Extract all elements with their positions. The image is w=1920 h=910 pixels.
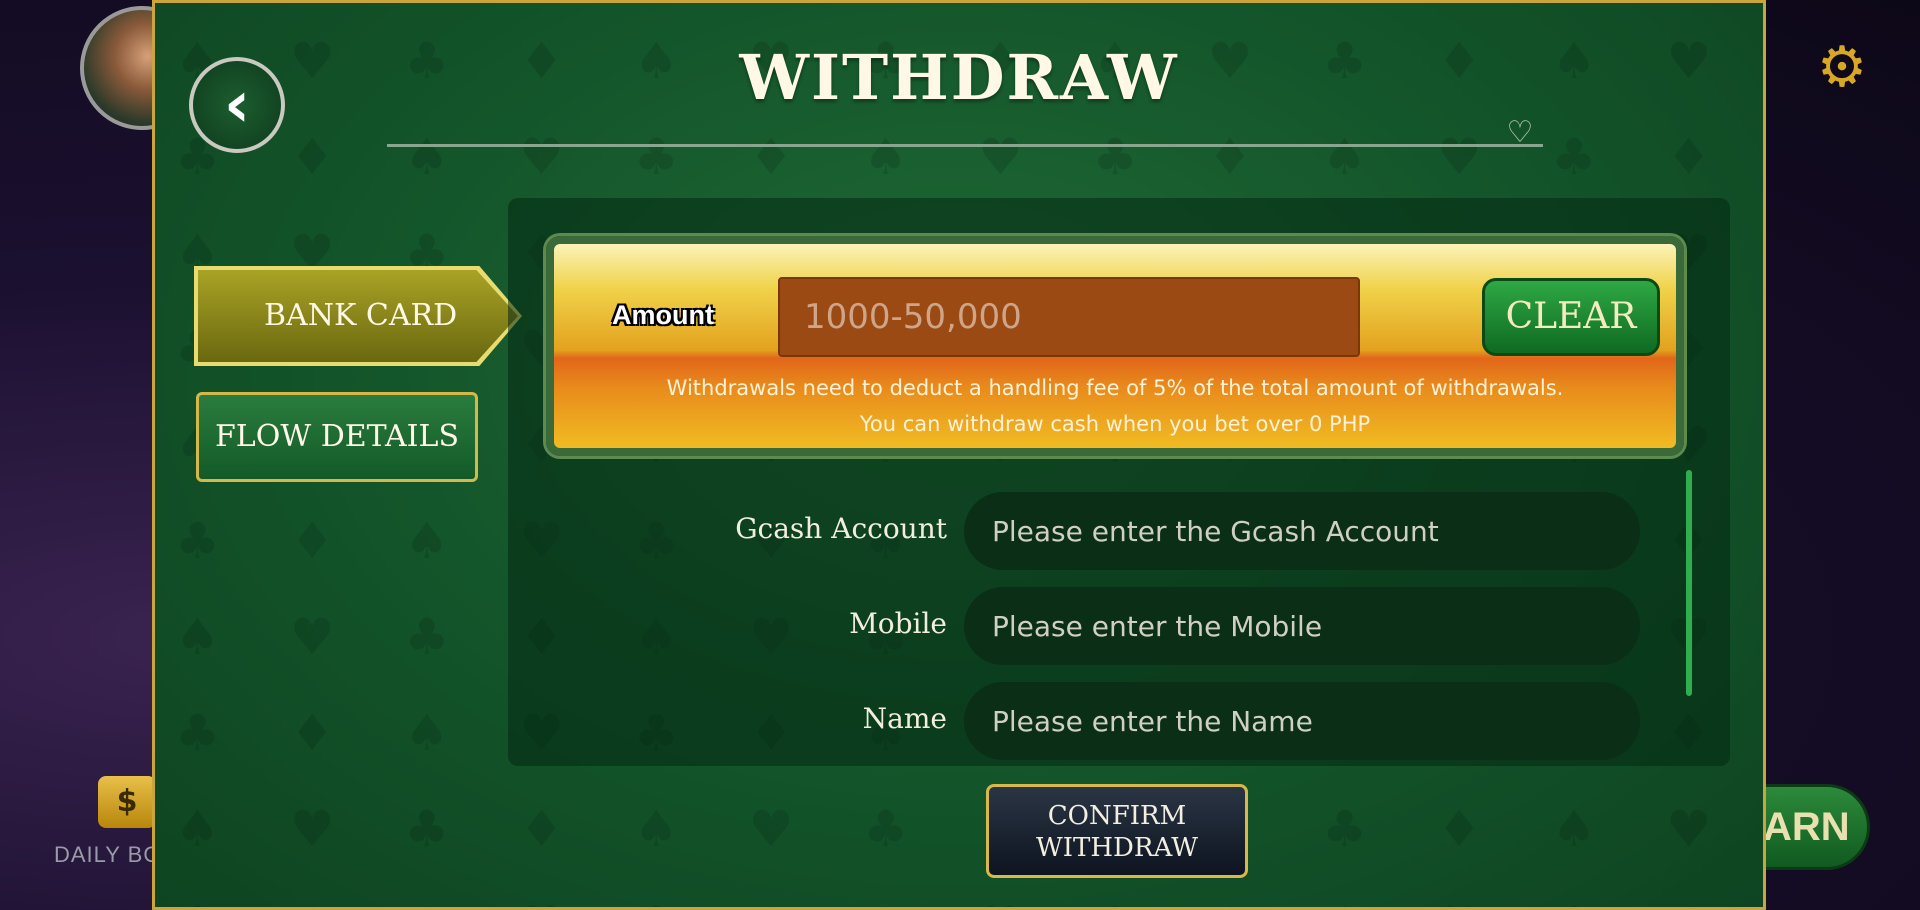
gear-icon[interactable]: ⚙ <box>1812 38 1872 98</box>
name-label: Name <box>862 702 947 735</box>
form-scrollbar[interactable] <box>1686 470 1692 696</box>
confirm-withdraw-button[interactable]: CONFIRM WITHDRAW <box>986 784 1248 878</box>
page-title: WITHDRAW <box>739 41 1179 114</box>
tab-flow-details[interactable]: FLOW DETAILS <box>196 392 478 482</box>
clear-button[interactable]: CLEAR <box>1482 278 1660 356</box>
mobile-label: Mobile <box>849 607 947 640</box>
gcash-account-input[interactable] <box>964 492 1640 570</box>
tab-flow-details-label: FLOW DETAILS <box>214 419 459 454</box>
amount-label: Amount <box>612 300 714 330</box>
amount-input[interactable] <box>778 277 1360 357</box>
fee-note: Withdrawals need to deduct a handling fe… <box>546 370 1684 442</box>
daily-bonus-label: DAILY BO <box>54 842 162 867</box>
heart-icon: ♡ <box>1506 115 1534 150</box>
tab-bank-card-label: BANK CARD <box>264 298 458 333</box>
confirm-label-line-2: WITHDRAW <box>1036 833 1198 863</box>
fee-note-line-1: Withdrawals need to deduct a handling fe… <box>666 376 1564 400</box>
gcash-account-label: Gcash Account <box>735 512 947 545</box>
fee-note-line-2: You can withdraw cash when you bet over … <box>859 412 1371 436</box>
tab-bank-card[interactable]: BANK CARD <box>198 270 518 362</box>
mobile-input[interactable] <box>964 587 1640 665</box>
daily-bonus-icon[interactable]: $ <box>98 776 156 828</box>
name-input[interactable] <box>964 682 1640 760</box>
confirm-label-line-1: CONFIRM <box>1047 801 1187 831</box>
title-divider <box>387 144 1543 147</box>
